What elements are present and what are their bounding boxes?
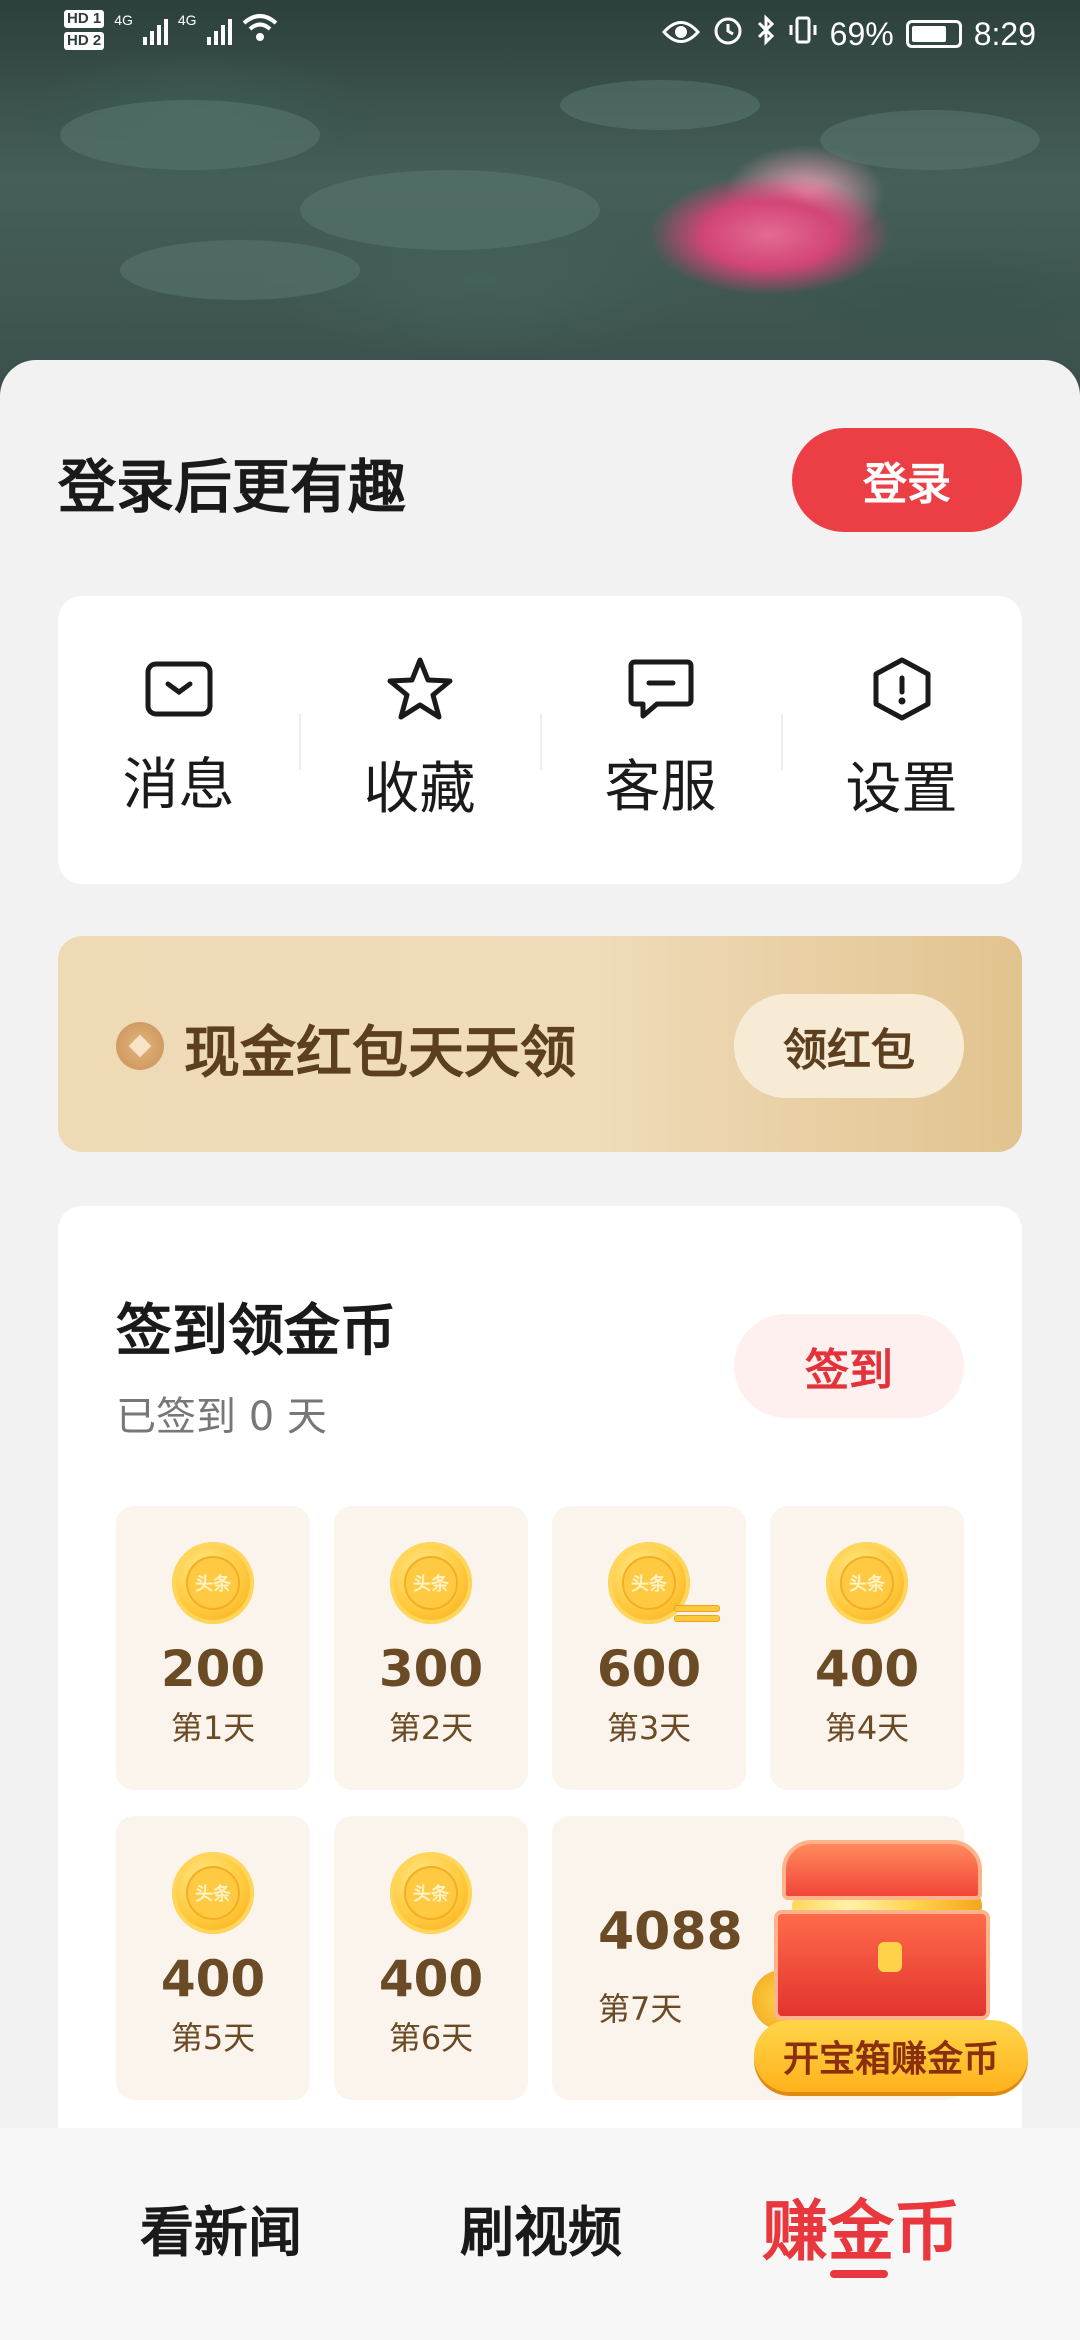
- nav-tab-earn-coins[interactable]: 赚金币: [762, 2178, 960, 2274]
- menu-label: 收藏: [363, 756, 476, 822]
- header-background-image: HD 1 HD 2 4G 4G 69% 8:29: [0, 0, 1080, 400]
- active-tab-indicator: [830, 2270, 888, 2278]
- login-button[interactable]: 登录: [792, 428, 1022, 532]
- star-icon: [386, 656, 454, 722]
- day-reward-amount: 4088: [598, 1902, 743, 1962]
- gold-coin-stack-icon: 头条: [608, 1542, 720, 1624]
- red-packet-banner[interactable]: 现金红包天天领 领红包: [58, 936, 1022, 1152]
- login-prompt-title: 登录后更有趣: [58, 453, 407, 521]
- day-reward-amount: 600: [596, 1640, 702, 1698]
- hd1-indicator: HD 1: [64, 10, 105, 28]
- menu-item-customer-service[interactable]: 客服: [540, 596, 781, 884]
- day-reward-amount: 400: [814, 1640, 920, 1698]
- checkin-day-5: 头条 400 第5天: [116, 1816, 310, 2100]
- network-type-2: 4G: [177, 12, 197, 28]
- quick-menu-card: 消息 收藏 客服 设置: [58, 596, 1022, 884]
- day-reward-amount: 300: [378, 1640, 484, 1698]
- day-label: 第6天: [388, 2019, 474, 2057]
- nav-tab-videos[interactable]: 刷视频: [460, 2188, 622, 2267]
- checkin-day-2: 头条 300 第2天: [334, 1506, 528, 1790]
- gold-coin-icon: 头条: [172, 1542, 254, 1624]
- checkin-day-4: 头条 400 第4天: [770, 1506, 964, 1790]
- status-bar: HD 1 HD 2 4G 4G 69% 8:29: [0, 0, 1080, 72]
- checkin-title: 签到领金币: [116, 1299, 396, 1364]
- lily-pad: [300, 170, 600, 250]
- nav-tab-news[interactable]: 看新闻: [140, 2188, 302, 2267]
- lily-pad: [60, 100, 320, 170]
- menu-label: 客服: [604, 754, 717, 820]
- day-reward-amount: 400: [378, 1950, 484, 2008]
- day-label: 第7天: [598, 1990, 683, 2028]
- signal-icon: [206, 15, 232, 45]
- day-label: 第3天: [606, 1709, 692, 1747]
- day-label: 第4天: [824, 1709, 910, 1747]
- lily-pad: [820, 110, 1040, 170]
- gold-coin-icon: 头条: [826, 1542, 908, 1624]
- customer-service-icon: [627, 658, 695, 720]
- eye-icon: [661, 16, 700, 53]
- bluetooth-icon: [756, 14, 776, 54]
- menu-label: 消息: [122, 752, 235, 818]
- red-packet-title: 现金红包天天领: [184, 1021, 576, 1086]
- settings-icon: [871, 656, 933, 722]
- menu-item-messages[interactable]: 消息: [58, 596, 299, 884]
- checkin-day-6: 头条 400 第6天: [334, 1816, 528, 2100]
- menu-item-settings[interactable]: 设置: [781, 596, 1022, 884]
- gold-coin-icon: 头条: [390, 1542, 472, 1624]
- day-reward-amount: 200: [160, 1640, 266, 1698]
- wifi-icon: [242, 13, 278, 48]
- day-label: 第1天: [170, 1709, 256, 1747]
- lily-pad: [120, 240, 360, 300]
- checkin-status: 已签到 0 天: [116, 1394, 327, 1440]
- lily-pad: [560, 80, 760, 130]
- bottom-nav: 看新闻 刷视频 赚金币: [0, 2128, 1080, 2340]
- battery-icon: [905, 20, 962, 48]
- clock-time: 8:29: [973, 15, 1036, 52]
- network-type-1: 4G: [114, 12, 133, 28]
- message-icon: [144, 660, 214, 718]
- checkin-button[interactable]: 签到: [734, 1314, 964, 1418]
- hd2-indicator: HD 2: [64, 32, 105, 50]
- checkin-day-1: 头条 200 第1天: [116, 1506, 310, 1790]
- menu-item-favorites[interactable]: 收藏: [299, 596, 540, 884]
- alarm-icon: [712, 14, 744, 54]
- open-treasure-button[interactable]: 开宝箱赚金币: [754, 2020, 1028, 2092]
- gold-coin-icon: 头条: [172, 1852, 254, 1934]
- gold-coin-icon: 头条: [390, 1852, 472, 1934]
- checkin-day-3: 头条 600 第3天: [552, 1506, 746, 1790]
- signal-icon: [142, 15, 168, 45]
- lock-icon: [878, 1942, 902, 1972]
- day-label: 第5天: [170, 2019, 256, 2057]
- vibrate-icon: [788, 15, 818, 53]
- treasure-chest-icon[interactable]: [752, 1840, 1032, 2040]
- diamond-icon: [116, 1022, 164, 1070]
- menu-label: 设置: [845, 756, 958, 822]
- day-reward-amount: 400: [160, 1950, 266, 2008]
- battery-percent: 69%: [829, 15, 894, 52]
- day-label: 第2天: [388, 1709, 474, 1747]
- claim-red-packet-button[interactable]: 领红包: [734, 994, 964, 1098]
